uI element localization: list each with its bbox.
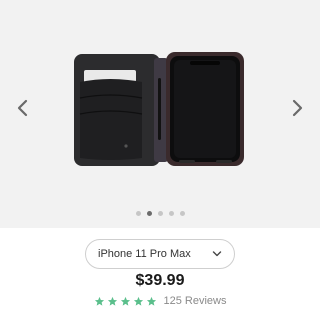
pagination-dot[interactable] [179, 211, 185, 216]
chevron-left-icon [17, 99, 28, 117]
reviews-link[interactable]: 125 Reviews [164, 295, 227, 307]
star-icon [94, 296, 104, 306]
product-image [74, 52, 244, 166]
variant-selected-value: iPhone 11 Pro Max [98, 248, 191, 260]
star-icon [133, 296, 143, 306]
previous-image-button[interactable] [12, 96, 32, 120]
pagination-dot[interactable] [168, 211, 174, 216]
star-rating [94, 296, 157, 307]
pagination-dot[interactable] [157, 211, 163, 216]
product-price: $39.99 [135, 272, 185, 289]
pagination-dot[interactable] [135, 211, 141, 216]
next-image-button[interactable] [288, 96, 308, 120]
product-image-gallery [0, 0, 320, 228]
star-icon [146, 296, 156, 306]
star-icon [120, 296, 130, 306]
chevron-right-icon [292, 99, 303, 117]
star-icon [107, 296, 117, 306]
product-rating[interactable]: 125 Reviews [0, 294, 320, 308]
image-pagination [0, 211, 320, 219]
variant-select[interactable]: iPhone 11 Pro Max [85, 239, 235, 269]
pagination-dot[interactable] [146, 211, 152, 216]
chevron-down-icon [212, 251, 222, 257]
